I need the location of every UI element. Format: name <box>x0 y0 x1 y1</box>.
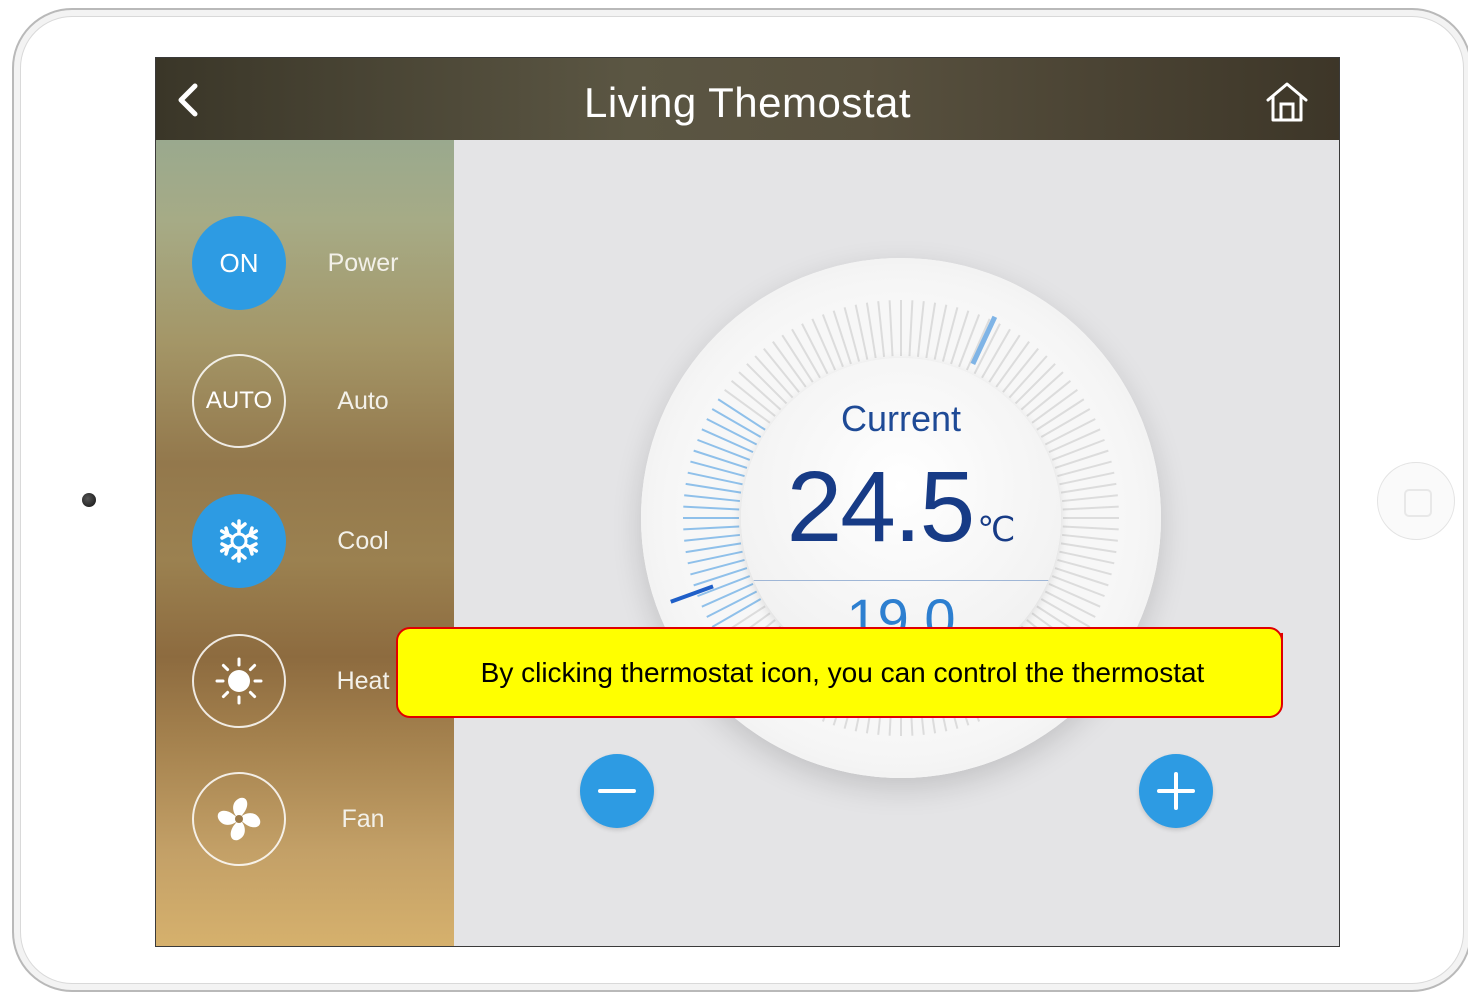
mode-label-power: Power <box>327 248 399 277</box>
mode-label-fan: Fan <box>341 804 385 833</box>
plus-icon-vertical <box>1174 772 1178 810</box>
increase-temperature-button[interactable] <box>1139 754 1213 828</box>
dial-tick <box>1060 482 1117 494</box>
power-toggle[interactable]: ON <box>192 216 286 310</box>
dial-tick <box>933 304 948 360</box>
dial-tick <box>854 304 869 360</box>
cool-button[interactable] <box>192 494 286 588</box>
home-button[interactable] <box>1263 78 1311 126</box>
dial-tick <box>811 318 837 371</box>
app-header: Living Themostat <box>156 58 1339 140</box>
mode-auto[interactable]: AUTO Auto <box>192 354 418 448</box>
auto-badge: AUTO <box>205 387 273 414</box>
camera-icon <box>82 493 96 507</box>
dial-tick <box>801 323 829 375</box>
dial-tick <box>1062 494 1118 503</box>
temperature-unit: ℃ <box>977 511 1016 549</box>
dial-tick <box>1059 550 1115 565</box>
dial-tick <box>687 550 743 565</box>
mode-power[interactable]: ON Power <box>192 216 418 310</box>
app-screen: Living Themostat ON Power AUTO Auto Cool… <box>155 57 1340 947</box>
dial-tick <box>865 302 877 359</box>
page-title: Living Themostat <box>583 79 912 126</box>
minus-icon <box>598 789 636 793</box>
dial-tick <box>684 494 740 503</box>
mode-heat[interactable]: Heat <box>192 634 418 728</box>
dial-tick <box>965 318 991 371</box>
dial-tick <box>821 314 844 368</box>
sun-icon <box>215 657 263 705</box>
device-home-button[interactable] <box>1377 462 1455 540</box>
power-badge: ON <box>219 247 259 278</box>
dial-tick <box>1062 505 1119 511</box>
mode-label-cool: Cool <box>337 526 389 555</box>
current-temperature-value: 24.5 <box>786 451 976 563</box>
dial-tick <box>1059 471 1115 486</box>
instruction-callout: By clicking thermostat icon, you can con… <box>396 627 1283 718</box>
dial-tick <box>684 533 740 542</box>
auto-button[interactable]: AUTO <box>192 354 286 448</box>
current-temperature: 24.5 ℃ <box>741 450 1061 565</box>
dial-tick <box>916 301 925 357</box>
mode-label-auto: Auto <box>337 386 389 415</box>
decrease-temperature-button[interactable] <box>580 754 654 828</box>
dial-divider <box>747 580 1055 581</box>
dial-tick <box>683 505 740 511</box>
dial-tick <box>888 300 894 357</box>
dial-tick <box>908 300 914 357</box>
snowflake-icon <box>219 519 259 563</box>
dial-tick <box>1062 533 1118 542</box>
mode-sidebar: ON Power AUTO Auto Cool Heat Fan <box>156 140 454 946</box>
setpoint-marker <box>670 584 714 604</box>
home-icon <box>1266 82 1308 122</box>
dial-tick <box>685 542 742 554</box>
dial-tick <box>877 301 886 357</box>
dial-tick <box>925 302 937 359</box>
current-label: Current <box>840 398 962 439</box>
heat-button[interactable] <box>192 634 286 728</box>
callout-text: By clicking thermostat icon, you can con… <box>480 657 1205 688</box>
fan-icon <box>217 797 261 841</box>
mode-cool[interactable]: Cool <box>192 494 418 588</box>
dial-tick <box>687 471 743 486</box>
dial-tick <box>683 525 740 531</box>
dial-tick <box>685 482 742 494</box>
dial-tick <box>1060 542 1117 554</box>
mode-fan[interactable]: Fan <box>192 772 418 866</box>
fan-button[interactable] <box>192 772 286 866</box>
dial-tick <box>1062 525 1119 531</box>
